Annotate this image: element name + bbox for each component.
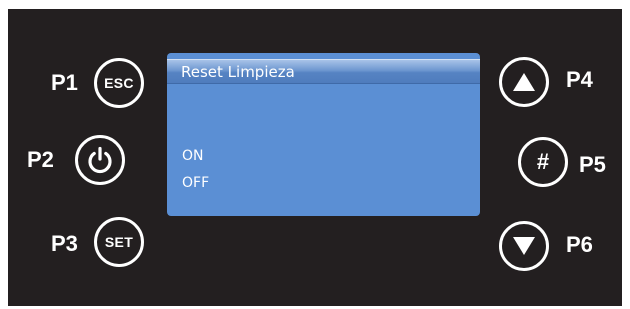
p4-label: P4 bbox=[566, 67, 593, 92]
set-button-label: SET bbox=[104, 234, 134, 250]
p2-label: P2 bbox=[27, 147, 54, 172]
lcd-display: Reset Limpieza ON OFF bbox=[167, 53, 480, 216]
down-button[interactable] bbox=[499, 221, 549, 271]
option-on[interactable]: ON bbox=[182, 147, 204, 165]
set-button[interactable]: SET bbox=[94, 217, 144, 267]
p5-label: P5 bbox=[579, 152, 606, 177]
menu-title: Reset Limpieza bbox=[167, 59, 480, 84]
p6-label: P6 bbox=[566, 232, 593, 257]
up-button[interactable] bbox=[499, 57, 549, 107]
arrow-up-icon bbox=[511, 71, 537, 93]
power-icon bbox=[85, 145, 115, 175]
arrow-down-icon bbox=[511, 235, 537, 257]
option-off[interactable]: OFF bbox=[182, 174, 209, 192]
power-button[interactable] bbox=[75, 135, 125, 185]
hash-button-label: # bbox=[536, 149, 550, 174]
p1-label: P1 bbox=[51, 70, 78, 95]
esc-button-label: ESC bbox=[104, 75, 134, 91]
hash-button[interactable]: # bbox=[518, 137, 568, 187]
esc-button[interactable]: ESC bbox=[94, 58, 144, 108]
p3-label: P3 bbox=[51, 231, 78, 256]
